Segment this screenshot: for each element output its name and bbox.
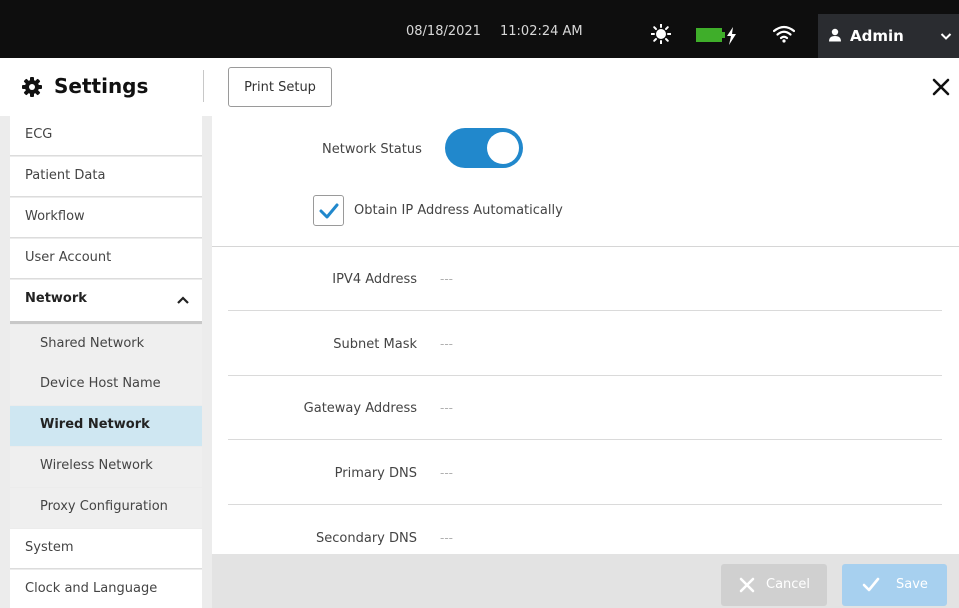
user-icon [829, 28, 841, 42]
sidebar-item-patient-data[interactable]: Patient Data [10, 157, 202, 197]
obtain-ip-label: Obtain IP Address Automatically [354, 203, 563, 218]
sidebar-item-wireless-network[interactable]: Wireless Network [10, 447, 202, 487]
subnet-mask-field: Subnet Mask --- [228, 312, 942, 376]
battery-charging-icon [696, 27, 736, 45]
cancel-label: Cancel [766, 577, 811, 592]
sidebar-item-label: Network [25, 291, 87, 306]
field-value: --- [440, 337, 453, 351]
cancel-button[interactable]: Cancel [721, 564, 827, 606]
gateway-address-field: Gateway Address --- [228, 376, 942, 440]
network-status-toggle[interactable] [445, 128, 523, 168]
field-label: Gateway Address [303, 401, 417, 416]
settings-sidebar: ECG Patient Data Workflow User Account N… [0, 116, 212, 608]
chevron-up-icon [177, 296, 189, 304]
checkmark-icon [319, 203, 339, 219]
sidebar-item-label: Shared Network [40, 336, 145, 351]
settings-header: Settings Print Setup [0, 58, 959, 116]
sidebar-item-ecg[interactable]: ECG [10, 116, 202, 156]
field-label: IPV4 Address [332, 272, 417, 287]
wired-network-panel: Network Status Obtain IP Address Automat… [212, 116, 959, 554]
brightness-icon[interactable] [651, 24, 671, 44]
field-label: Secondary DNS [316, 531, 417, 546]
header-divider [203, 70, 204, 102]
page-title: Settings [54, 74, 149, 98]
sidebar-item-user-account[interactable]: User Account [10, 239, 202, 279]
user-menu-button[interactable]: Admin [818, 14, 959, 58]
field-value: --- [440, 531, 453, 545]
sidebar-item-label: User Account [25, 250, 112, 265]
sidebar-item-label: Wired Network [40, 417, 150, 432]
sidebar-item-system[interactable]: System [10, 529, 202, 569]
close-icon [739, 577, 755, 593]
network-status-label: Network Status [322, 142, 422, 157]
sidebar-item-label: Proxy Configuration [40, 499, 168, 514]
user-name: Admin [850, 27, 904, 45]
status-bar: 08/18/2021 11:02:24 AM Admin [0, 0, 959, 58]
close-icon[interactable] [931, 77, 951, 97]
primary-dns-field: Primary DNS --- [228, 441, 942, 505]
gear-icon [22, 77, 42, 97]
date-display: 08/18/2021 [406, 24, 481, 39]
obtain-ip-checkbox[interactable] [313, 195, 344, 226]
field-value: --- [440, 272, 453, 286]
field-label: Primary DNS [334, 466, 417, 481]
sidebar-item-network[interactable]: Network [10, 280, 202, 324]
field-label: Subnet Mask [333, 337, 417, 352]
sidebar-item-label: Workflow [25, 209, 85, 224]
sidebar-item-label: Clock and Language [25, 581, 158, 596]
field-value: --- [440, 466, 453, 480]
sidebar-item-label: ECG [25, 127, 53, 142]
print-setup-button[interactable]: Print Setup [228, 67, 332, 107]
checkmark-icon [862, 577, 880, 592]
chevron-down-icon [940, 33, 952, 40]
save-label: Save [896, 577, 928, 592]
sidebar-item-proxy-configuration[interactable]: Proxy Configuration [10, 488, 202, 528]
sidebar-item-label: Wireless Network [40, 458, 153, 473]
sidebar-item-device-host-name[interactable]: Device Host Name [10, 365, 202, 405]
action-footer: Cancel Save [212, 554, 959, 608]
wifi-icon [773, 25, 795, 43]
ipv4-address-field: IPV4 Address --- [228, 247, 942, 311]
field-value: --- [440, 401, 453, 415]
sidebar-item-wired-network[interactable]: Wired Network [10, 406, 202, 446]
time-display: 11:02:24 AM [500, 24, 583, 39]
sidebar-item-shared-network[interactable]: Shared Network [10, 325, 202, 365]
sidebar-item-label: System [25, 540, 74, 555]
sidebar-item-label: Patient Data [25, 168, 106, 183]
save-button[interactable]: Save [842, 564, 947, 606]
sidebar-item-workflow[interactable]: Workflow [10, 198, 202, 238]
sidebar-item-clock-and-language[interactable]: Clock and Language [10, 570, 202, 608]
toggle-knob [487, 132, 519, 164]
sidebar-item-label: Device Host Name [40, 376, 161, 391]
